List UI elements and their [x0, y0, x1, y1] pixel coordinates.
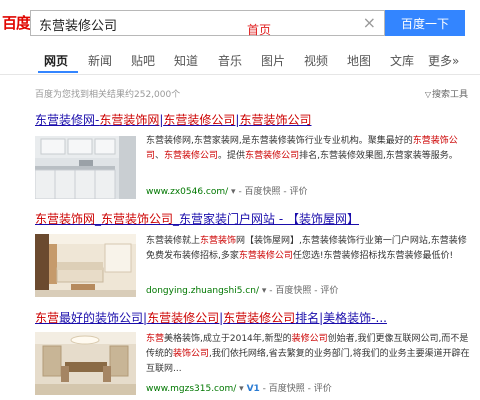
result-thumbnail-kitchen[interactable]	[35, 136, 136, 199]
snippet-highlight: 东营装修公司	[164, 151, 219, 161]
result-url-line: dongying.zhuangshi5.cn/ ▾ - 百度快照 - 评价	[146, 283, 338, 296]
title-highlight: 东营装饰公司	[239, 113, 312, 127]
title-part: 最好的装饰公司|	[59, 311, 148, 325]
result-url[interactable]: www.mgzs315.com/	[146, 384, 236, 394]
title-highlight: 东营装修公司	[147, 311, 220, 325]
snippet-text: 、	[155, 151, 165, 161]
tab-more[interactable]: 更多»	[428, 52, 459, 69]
result-url-line: www.mgzs315.com/ ▾ V1 - 百度快照 - 评价	[146, 381, 332, 394]
tab-images[interactable]: 图片	[261, 52, 285, 69]
result-title-link[interactable]: 东营装修网-东营装饰网|东营装修公司|东营装饰公司	[35, 111, 475, 128]
title-highlight: 东营装饰网	[35, 212, 96, 226]
snippet-highlight: 东营装饰	[200, 236, 237, 246]
separator: -	[259, 384, 269, 394]
snapshot-link[interactable]: 百度快照	[269, 384, 305, 394]
filter-icon: ▽	[424, 90, 431, 99]
separator: -	[311, 286, 321, 296]
result-snippet: 东营美格装饰,成立于2014年,新型的装修公司创始者,我们更像互联网公司,而不是…	[146, 332, 471, 377]
dropdown-arrow-icon[interactable]: ▾	[228, 187, 238, 197]
result-url[interactable]: dongying.zhuangshi5.cn/	[146, 286, 259, 296]
snippet-highlight: 东营装修公司	[238, 251, 293, 261]
search-tools-label: 搜索工具	[431, 90, 468, 100]
tab-web[interactable]: 网页	[44, 52, 68, 69]
result-snippet: 东营装修网,东营家装网,是东营装修装饰行业专业机构。聚集最好的东营装饰公司、东营…	[146, 134, 471, 164]
title-part: 排名|美格装饰-...	[295, 311, 387, 325]
rating-link[interactable]: 评价	[314, 384, 332, 394]
result-count: 百度为您找到相关结果约252,000个	[35, 90, 181, 100]
tab-news[interactable]: 新闻	[88, 52, 112, 69]
title-highlight: 东营	[35, 311, 60, 325]
snapshot-link[interactable]: 百度快照	[245, 187, 281, 197]
result-thumbnail-living-room[interactable]	[35, 234, 136, 297]
result-thumbnail-dining-room[interactable]	[35, 332, 136, 395]
tab-wenku[interactable]: 文库	[390, 52, 414, 69]
result-url-line: www.zx0546.com/ ▾ - 百度快照 - 评价	[146, 184, 308, 197]
title-highlight: 东营装饰公司	[101, 212, 174, 226]
snippet-text: 美格装饰,成立于2014年,新型的	[164, 334, 292, 344]
snippet-highlight: 装饰公司	[173, 349, 210, 359]
dropdown-arrow-icon[interactable]: ▾	[236, 384, 246, 394]
snippet-text: 东营装修就上	[146, 236, 201, 246]
separator: -	[304, 384, 314, 394]
separator: -	[280, 187, 290, 197]
snippet-highlight: 装修公司	[291, 334, 328, 344]
vertical-tabs: 网页 新闻 贴吧 知道 音乐 图片 视频 地图 文库 更多»	[0, 46, 480, 75]
active-tab-indicator	[38, 71, 78, 73]
snapshot-link[interactable]: 百度快照	[275, 286, 311, 296]
snippet-text: 任您选!东营装修招标找东营装修最低价!	[292, 251, 454, 261]
title-highlight: 东营装修公司	[223, 311, 296, 325]
rating-link[interactable]: 评价	[290, 187, 308, 197]
snippet-highlight: 东营	[146, 334, 165, 344]
search-header: 百度 × 首页 百度一下	[0, 0, 480, 46]
title-part: 东营装修网-	[35, 113, 100, 127]
snippet-highlight: 东营装修公司	[245, 151, 300, 161]
clear-icon[interactable]: ×	[363, 13, 376, 32]
snippet-text: 东营装修网,东营家装网,是东营装修装饰行业专业机构。聚集最好的	[146, 136, 413, 146]
title-highlight: 东营装饰网	[99, 113, 160, 127]
rating-link[interactable]: 评价	[320, 286, 338, 296]
dropdown-arrow-icon[interactable]: ▾	[259, 286, 269, 296]
search-tools[interactable]: ▽搜索工具	[425, 87, 468, 100]
verified-badge-icon[interactable]: V1	[247, 384, 260, 394]
search-button[interactable]: 百度一下	[385, 10, 465, 36]
title-part: _东营家装门户网站 - 【装饰屋网】	[173, 212, 359, 226]
tab-video[interactable]: 视频	[304, 52, 328, 69]
result-snippet: 东营装修就上东营装饰网【装饰屋网】,东营装修装饰行业第一门户网站,东营装修免费发…	[146, 234, 471, 264]
tab-zhidao[interactable]: 知道	[174, 52, 198, 69]
snippet-text: 排名,东营装修效果图,东营家装等服务。	[299, 151, 458, 161]
result-title-link[interactable]: 东营装饰网_东营装饰公司_东营家装门户网站 - 【装饰屋网】	[35, 210, 475, 227]
tab-music[interactable]: 音乐	[218, 52, 242, 69]
tab-map[interactable]: 地图	[347, 52, 371, 69]
snippet-text: 。提供	[218, 151, 246, 161]
result-url[interactable]: www.zx0546.com/	[146, 187, 228, 197]
baidu-logo[interactable]: 百度	[2, 12, 31, 33]
home-label: 首页	[247, 23, 272, 37]
search-box[interactable]: ×	[30, 10, 385, 36]
title-highlight: 东营装修公司	[163, 113, 236, 127]
search-input[interactable]	[37, 14, 361, 34]
tab-tieba[interactable]: 贴吧	[131, 52, 155, 69]
result-title-link[interactable]: 东营最好的装饰公司|东营装修公司|东营装修公司排名|美格装饰-...	[35, 309, 475, 326]
